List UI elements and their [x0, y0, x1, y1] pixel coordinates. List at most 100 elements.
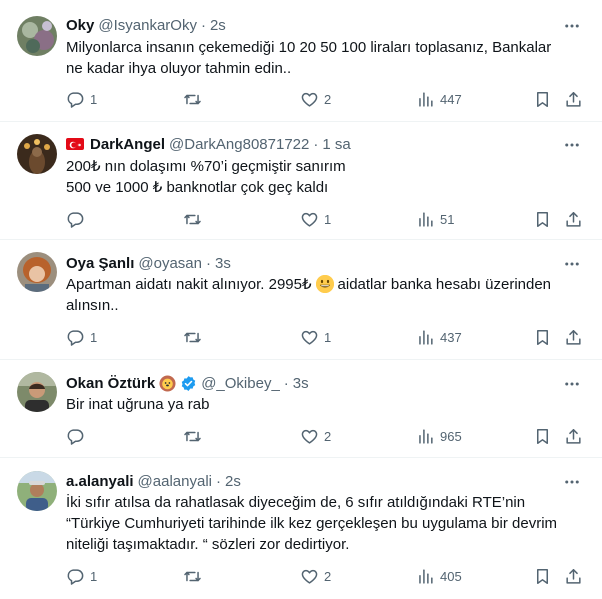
tweet-card[interactable]: a.alanyali @aalanyali · 2s İki sıfır atı…: [0, 458, 602, 599]
lion-emoji-icon: [159, 374, 176, 392]
display-name[interactable]: DarkAngel: [90, 136, 165, 153]
views-button[interactable]: 447: [416, 89, 462, 109]
like-button[interactable]: 2: [300, 89, 331, 109]
like-count: 2: [324, 428, 332, 444]
tweet-card[interactable]: Oky @IsyankarOky · 2s Milyonlarca insanı…: [0, 0, 602, 122]
tweet-text-line: Milyonlarca insanın çekemediği 10 20 50 …: [66, 39, 552, 56]
retweet-button[interactable]: [183, 209, 207, 229]
reply-button[interactable]: [66, 209, 90, 229]
separator-dot: ·: [205, 254, 211, 272]
retweet-icon: [183, 328, 202, 347]
tweet-header: a.alanyali @aalanyali · 2s: [66, 471, 241, 491]
grinning-emoji-icon: [315, 275, 334, 293]
tweet-text-line: 200₺ nın dolaşımı %70’i geçmiştir sanırı…: [66, 158, 346, 175]
tweet-text-line: İki sıfır atılsa da rahatlasak diyeceğim…: [66, 494, 526, 511]
retweet-button[interactable]: [183, 566, 207, 586]
retweet-button[interactable]: [183, 327, 207, 347]
timestamp[interactable]: 3s: [293, 375, 309, 392]
timestamp[interactable]: 3s: [215, 255, 231, 272]
separator-dot: ·: [215, 472, 221, 490]
action-bar: 1 2 405: [66, 566, 586, 586]
share-icon: [564, 567, 583, 586]
timestamp[interactable]: 2s: [210, 17, 226, 34]
like-icon: [300, 567, 319, 586]
timestamp[interactable]: 2s: [225, 473, 241, 490]
avatar[interactable]: [17, 134, 57, 174]
action-bar: 1 2 447: [66, 89, 586, 109]
bookmark-button[interactable]: [533, 566, 552, 586]
reply-icon: [66, 567, 85, 586]
share-icon: [564, 90, 583, 109]
reply-button[interactable]: 1: [66, 89, 97, 109]
more-icon[interactable]: [562, 254, 582, 274]
views-icon: [416, 427, 435, 446]
tweet-text: Milyonlarca insanın çekemediği 10 20 50 …: [66, 37, 576, 79]
share-button[interactable]: [564, 566, 583, 586]
view-count: 447: [440, 91, 462, 107]
user-handle[interactable]: @DarkAng80871722: [169, 136, 309, 153]
views-button[interactable]: 405: [416, 566, 462, 586]
bookmark-button[interactable]: [533, 426, 552, 446]
retweet-button[interactable]: [183, 426, 207, 446]
verified-icon[interactable]: [180, 375, 197, 392]
tweet-card[interactable]: Oya Şanlı @oyasan · 3s Apartman aidatı n…: [0, 240, 602, 360]
like-icon: [300, 427, 319, 446]
timestamp[interactable]: 1 sa: [322, 136, 350, 153]
bookmark-button[interactable]: [533, 327, 552, 347]
avatar[interactable]: [17, 252, 57, 292]
share-icon: [564, 427, 583, 446]
like-button[interactable]: 2: [300, 426, 331, 446]
like-button[interactable]: 1: [300, 209, 331, 229]
tweet-text: Apartman aidatı nakit alınıyor. 2995₺ aid…: [66, 274, 576, 316]
share-button[interactable]: [564, 426, 583, 446]
views-button[interactable]: 51: [416, 209, 454, 229]
more-icon[interactable]: [562, 135, 582, 155]
display-name[interactable]: a.alanyali: [66, 473, 134, 490]
reply-button[interactable]: 1: [66, 566, 97, 586]
reply-button[interactable]: [66, 426, 90, 446]
retweet-icon: [183, 427, 202, 446]
bookmark-button[interactable]: [533, 209, 552, 229]
avatar[interactable]: [17, 16, 57, 56]
reply-button[interactable]: 1: [66, 327, 97, 347]
like-icon: [300, 328, 319, 347]
retweet-button[interactable]: [183, 89, 207, 109]
like-button[interactable]: 1: [300, 327, 331, 347]
share-button[interactable]: [564, 327, 583, 347]
avatar[interactable]: [17, 372, 57, 412]
bookmark-icon: [533, 210, 552, 229]
reply-icon: [66, 210, 85, 229]
more-icon[interactable]: [562, 16, 582, 36]
tweet-text: 200₺ nın dolaşımı %70’i geçmiştir sanırı…: [66, 156, 576, 198]
more-icon[interactable]: [562, 472, 582, 492]
tweet-text: Bir inat uğruna ya rab: [66, 394, 576, 415]
action-bar: 1 1 437: [66, 327, 586, 347]
view-count: 965: [440, 428, 462, 444]
share-button[interactable]: [564, 89, 583, 109]
tweet-card[interactable]: Okan Öztürk @_Okibey_ · 3s Bir inat uğru…: [0, 360, 602, 458]
share-button[interactable]: [564, 209, 583, 229]
turkey-flag-icon: [66, 138, 84, 150]
retweet-icon: [183, 90, 202, 109]
bookmark-icon: [533, 328, 552, 347]
tweet-card[interactable]: DarkAngel @DarkAng80871722 · 1 sa 200₺ n…: [0, 122, 602, 240]
like-button[interactable]: 2: [300, 566, 331, 586]
tweet-text-line: 500 ve 1000 ₺ banknotlar çok geç kaldı: [66, 179, 329, 196]
separator-dot: ·: [200, 16, 206, 34]
user-handle[interactable]: @IsyankarOky: [98, 17, 197, 34]
user-handle[interactable]: @_Okibey_: [201, 375, 280, 392]
views-button[interactable]: 965: [416, 426, 462, 446]
more-icon[interactable]: [562, 374, 582, 394]
view-count: 437: [440, 329, 462, 345]
retweet-icon: [183, 567, 202, 586]
tweet-header: Okan Öztürk @_Okibey_ · 3s: [66, 373, 309, 393]
display-name[interactable]: Oya Şanlı: [66, 255, 134, 272]
display-name[interactable]: Oky: [66, 17, 94, 34]
tweet-header: Oky @IsyankarOky · 2s: [66, 15, 226, 35]
bookmark-button[interactable]: [533, 89, 552, 109]
display-name[interactable]: Okan Öztürk: [66, 375, 155, 392]
views-button[interactable]: 437: [416, 327, 462, 347]
avatar[interactable]: [17, 471, 57, 511]
user-handle[interactable]: @aalanyali: [138, 473, 212, 490]
user-handle[interactable]: @oyasan: [138, 255, 202, 272]
